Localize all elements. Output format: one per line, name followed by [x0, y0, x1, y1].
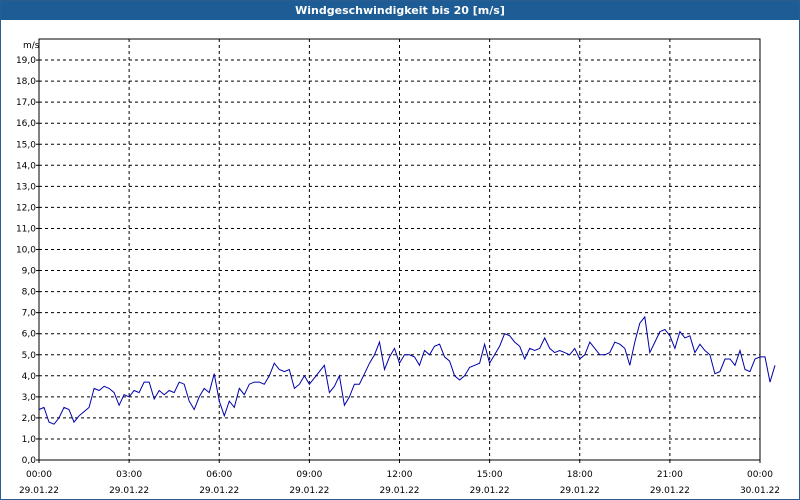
y-tick-label: 14,0	[16, 161, 36, 171]
x-tick-date-label: 29.01.22	[650, 486, 690, 496]
y-tick-label: 2,0	[22, 414, 37, 424]
y-tick-label: 11,0	[16, 224, 36, 234]
y-tick-label: 1,0	[22, 435, 37, 445]
y-tick-label: 13,0	[16, 182, 36, 192]
y-tick-label: 16,0	[16, 119, 36, 129]
x-tick-time-label: 21:00	[657, 470, 683, 480]
wind-speed-chart: 0,0 1,0 2,0 3,0 4,0 5,0 6,0 7,0 8,0 9,0 10,0 11,0 12…	[16, 38, 780, 496]
x-tick-time-label: 06:00	[206, 470, 232, 480]
x-tick-time-label: 12:00	[387, 470, 413, 480]
x-tick-date-label: 30.01.22	[740, 486, 780, 496]
x-tick-time-label: 00:00	[26, 470, 52, 480]
x-tick-time-label: 00:00	[747, 470, 773, 480]
y-tick-label: 7,0	[22, 309, 37, 319]
y-tick-label: 3,0	[22, 393, 37, 403]
y-tick-label: 5,0	[22, 351, 37, 361]
x-tick-date-label: 29.01.22	[199, 486, 239, 496]
x-tick-time-label: 18:00	[567, 470, 593, 480]
x-tick-date-label: 29.01.22	[109, 486, 149, 496]
y-tick-label: 15,0	[16, 140, 36, 150]
y-tick-label: 17,0	[16, 98, 36, 108]
x-tick-date-label: 29.01.22	[560, 486, 600, 496]
y-tick-label: 18,0	[16, 77, 36, 87]
y-tick-label: 12,0	[16, 203, 36, 213]
grid-layer	[39, 39, 760, 460]
series-layer	[38, 315, 776, 425]
y-tick-label: 4,0	[22, 372, 37, 382]
x-tick-date-label: 29.01.22	[470, 486, 510, 496]
x-tick-date-label: 29.01.22	[289, 486, 329, 496]
y-tick-label: 19,0	[16, 56, 36, 66]
y-tick-label: 8,0	[22, 288, 37, 298]
y-tick-label: 6,0	[22, 330, 37, 340]
y-axis-label: m/s	[23, 41, 40, 51]
tick-layer: 0,0 1,0 2,0 3,0 4,0 5,0 6,0 7,0 8,0 9,0 10,0 11,0 12…	[16, 56, 780, 496]
y-tick-label: 9,0	[22, 267, 37, 277]
series-line-wind-speed	[38, 315, 776, 425]
y-tick-label: 0,0	[22, 456, 37, 466]
x-tick-time-label: 15:00	[477, 470, 503, 480]
x-tick-time-label: 03:00	[116, 470, 142, 480]
x-tick-date-label: 29.01.22	[379, 486, 419, 496]
x-tick-date-label: 29.01.22	[19, 486, 59, 496]
y-tick-label: 10,0	[16, 246, 36, 256]
x-tick-time-label: 09:00	[296, 470, 322, 480]
